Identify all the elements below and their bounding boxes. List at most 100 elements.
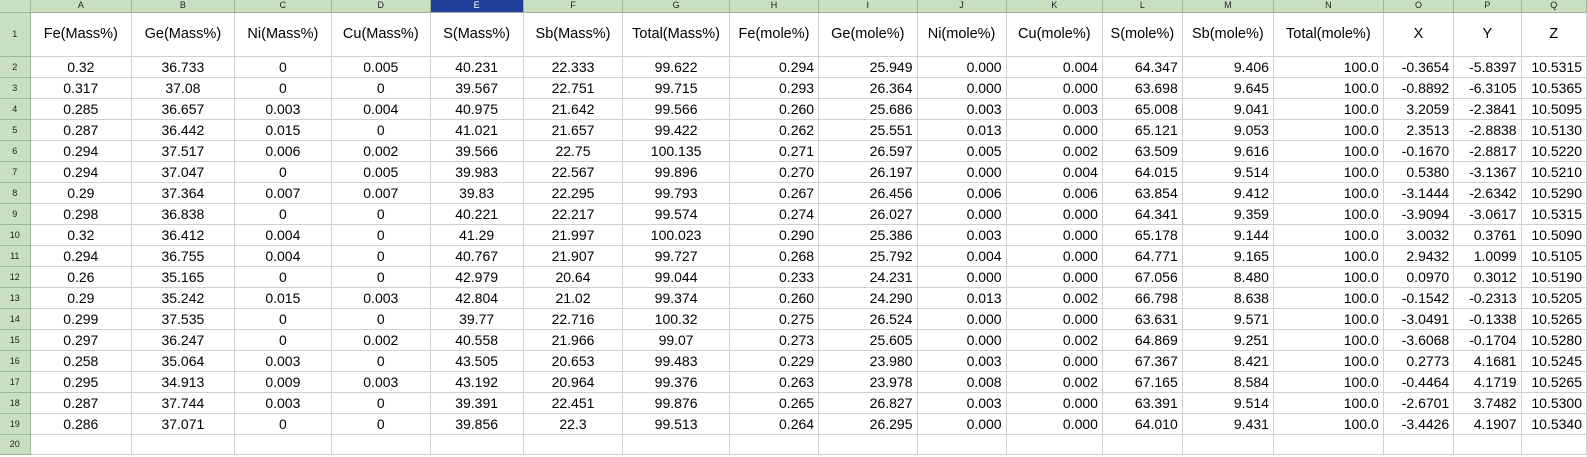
data-cell[interactable]: -3.0617 — [1453, 203, 1522, 225]
data-cell[interactable]: 0.005 — [331, 56, 431, 78]
row-number[interactable]: 12 — [0, 266, 31, 288]
empty-cell[interactable] — [131, 434, 235, 455]
data-cell[interactable]: -0.4464 — [1383, 371, 1455, 393]
data-cell[interactable]: 99.727 — [622, 245, 730, 267]
data-cell[interactable]: 0.297 — [30, 329, 133, 351]
data-cell[interactable]: 0 — [234, 308, 333, 330]
data-cell[interactable]: 40.975 — [430, 98, 524, 120]
data-cell[interactable]: 8.638 — [1182, 287, 1274, 309]
data-cell[interactable]: 36.442 — [131, 119, 235, 141]
data-cell[interactable]: 37.535 — [131, 308, 235, 330]
data-cell[interactable]: 0 — [234, 266, 333, 288]
data-cell[interactable]: 64.771 — [1102, 245, 1183, 267]
data-cell[interactable]: 0.294 — [30, 140, 133, 162]
data-cell[interactable]: 100.0 — [1273, 371, 1384, 393]
data-cell[interactable]: 22.567 — [523, 161, 624, 183]
data-cell[interactable]: 21.02 — [523, 287, 624, 309]
data-cell[interactable]: 0.004 — [1006, 56, 1103, 78]
data-cell[interactable]: 0.002 — [1006, 329, 1103, 351]
empty-cell[interactable] — [1453, 434, 1522, 455]
data-cell[interactable]: -0.1338 — [1453, 308, 1522, 330]
data-cell[interactable]: 0.000 — [917, 161, 1007, 183]
row-number[interactable]: 6 — [0, 140, 31, 162]
data-cell[interactable]: -3.9094 — [1383, 203, 1455, 225]
data-cell[interactable]: 0.003 — [331, 371, 431, 393]
data-cell[interactable]: 63.391 — [1102, 392, 1183, 414]
data-cell[interactable]: 0.273 — [729, 329, 820, 351]
data-cell[interactable]: 25.551 — [818, 119, 918, 141]
data-cell[interactable]: 10.5315 — [1521, 203, 1587, 225]
data-cell[interactable]: 99.044 — [622, 266, 730, 288]
data-cell[interactable]: 0.260 — [729, 287, 820, 309]
data-cell[interactable]: 40.767 — [430, 245, 524, 267]
data-cell[interactable]: 0.299 — [30, 308, 133, 330]
data-cell[interactable]: 43.505 — [430, 350, 524, 372]
empty-cell[interactable] — [30, 434, 133, 455]
data-cell[interactable]: -0.2313 — [1453, 287, 1522, 309]
data-cell[interactable]: 100.0 — [1273, 77, 1384, 99]
data-cell[interactable]: 20.64 — [523, 266, 624, 288]
data-cell[interactable]: 0.295 — [30, 371, 133, 393]
data-cell[interactable]: 26.295 — [818, 413, 918, 435]
row-number[interactable]: 1 — [0, 12, 31, 57]
empty-cell[interactable] — [729, 434, 820, 455]
row-number[interactable]: 3 — [0, 77, 31, 99]
data-cell[interactable]: 63.854 — [1102, 182, 1183, 204]
data-cell[interactable]: 22.295 — [523, 182, 624, 204]
data-cell[interactable]: 20.653 — [523, 350, 624, 372]
data-cell[interactable]: 34.913 — [131, 371, 235, 393]
data-cell[interactable]: -0.1704 — [1453, 329, 1522, 351]
data-cell[interactable]: 0.000 — [1006, 224, 1103, 246]
data-cell[interactable]: 99.622 — [622, 56, 730, 78]
data-cell[interactable]: 0.003 — [234, 392, 333, 414]
empty-cell[interactable] — [622, 434, 730, 455]
data-cell[interactable]: 0.004 — [234, 245, 333, 267]
data-cell[interactable]: 100.0 — [1273, 329, 1384, 351]
data-cell[interactable]: 10.5340 — [1521, 413, 1587, 435]
data-cell[interactable]: 2.3513 — [1383, 119, 1455, 141]
data-cell[interactable]: 0 — [331, 203, 431, 225]
data-cell[interactable]: 39.83 — [430, 182, 524, 204]
data-cell[interactable]: 21.997 — [523, 224, 624, 246]
data-cell[interactable]: 0.0970 — [1383, 266, 1455, 288]
data-cell[interactable]: 0.000 — [917, 308, 1007, 330]
data-cell[interactable]: 64.347 — [1102, 56, 1183, 78]
data-cell[interactable]: 0.003 — [1006, 98, 1103, 120]
data-cell[interactable]: 0.233 — [729, 266, 820, 288]
data-cell[interactable]: 0.287 — [30, 119, 133, 141]
data-cell[interactable]: 23.978 — [818, 371, 918, 393]
data-cell[interactable]: 0.000 — [917, 266, 1007, 288]
data-cell[interactable]: 8.480 — [1182, 266, 1274, 288]
data-cell[interactable]: 99.566 — [622, 98, 730, 120]
data-cell[interactable]: 67.165 — [1102, 371, 1183, 393]
data-cell[interactable]: 37.744 — [131, 392, 235, 414]
column-header-k[interactable]: K — [1006, 0, 1103, 13]
data-cell[interactable]: 10.5210 — [1521, 161, 1587, 183]
data-cell[interactable]: 99.715 — [622, 77, 730, 99]
data-cell[interactable]: 26.197 — [818, 161, 918, 183]
data-cell[interactable]: -2.8838 — [1453, 119, 1522, 141]
data-cell[interactable]: -2.6701 — [1383, 392, 1455, 414]
data-cell[interactable]: 0 — [234, 413, 333, 435]
data-cell[interactable]: 65.008 — [1102, 98, 1183, 120]
data-cell[interactable]: 3.2059 — [1383, 98, 1455, 120]
data-cell[interactable]: 100.023 — [622, 224, 730, 246]
data-cell[interactable]: 99.574 — [622, 203, 730, 225]
data-cell[interactable]: 10.5265 — [1521, 371, 1587, 393]
data-cell[interactable]: 0.290 — [729, 224, 820, 246]
data-cell[interactable]: 36.412 — [131, 224, 235, 246]
data-cell[interactable]: 0 — [331, 224, 431, 246]
data-cell[interactable]: 26.364 — [818, 77, 918, 99]
data-cell[interactable]: -3.6068 — [1383, 329, 1455, 351]
data-cell[interactable]: 0 — [331, 413, 431, 435]
data-cell[interactable]: 26.827 — [818, 392, 918, 414]
data-cell[interactable]: 26.597 — [818, 140, 918, 162]
data-cell[interactable]: 0.274 — [729, 203, 820, 225]
empty-cell[interactable] — [1182, 434, 1274, 455]
data-cell[interactable]: 100.0 — [1273, 119, 1384, 141]
data-cell[interactable]: 22.716 — [523, 308, 624, 330]
data-cell[interactable]: 0 — [234, 329, 333, 351]
data-cell[interactable]: 8.584 — [1182, 371, 1274, 393]
row-number[interactable]: 9 — [0, 203, 31, 225]
data-cell[interactable]: 36.247 — [131, 329, 235, 351]
